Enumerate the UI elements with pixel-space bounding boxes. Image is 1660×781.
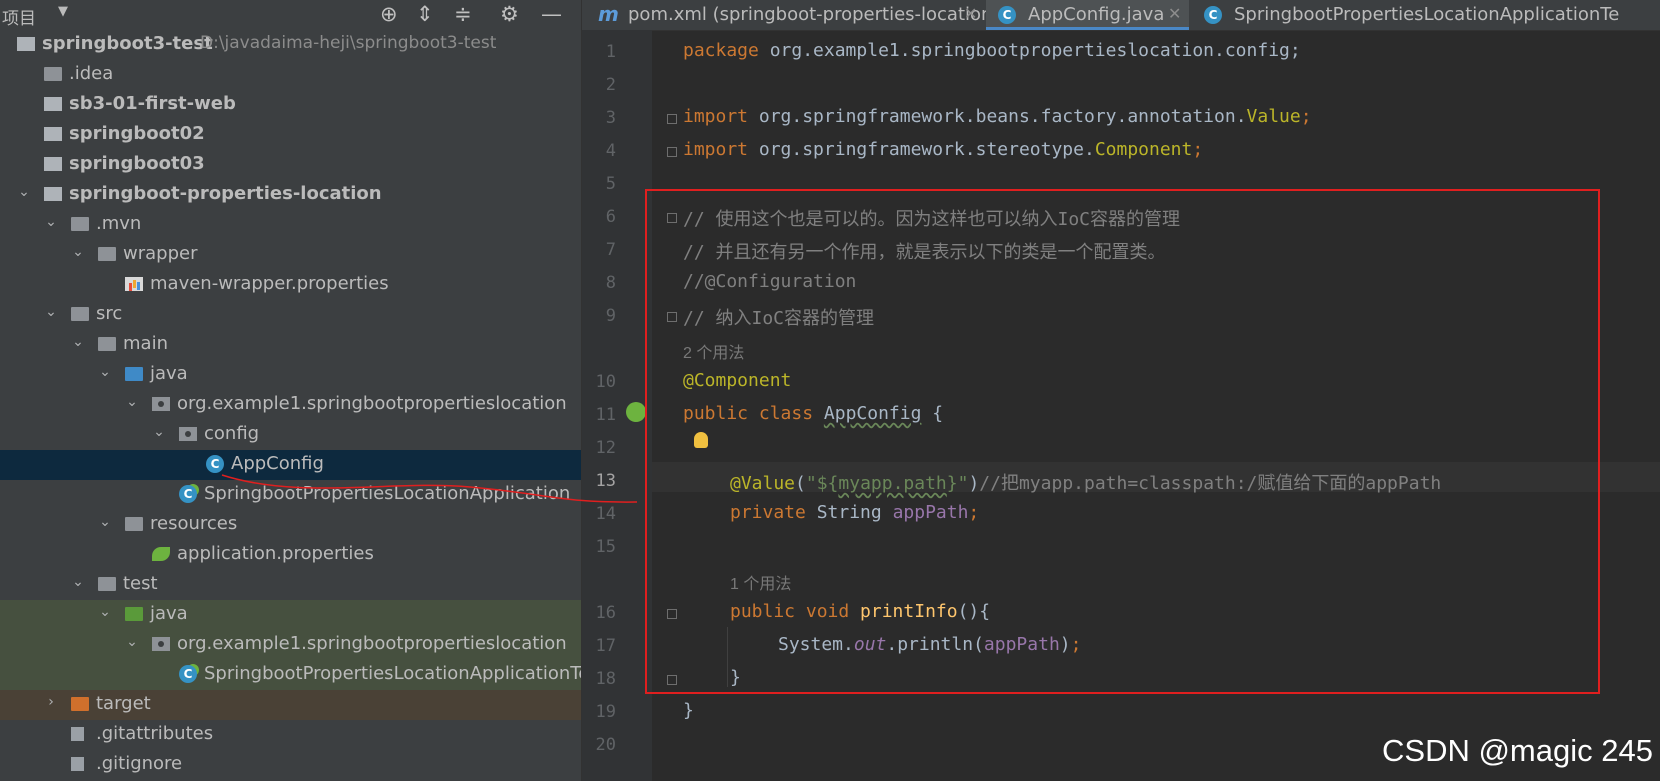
annotation-red-stroke xyxy=(221,474,638,503)
watermark: CSDN @magic 245 xyxy=(1382,733,1653,768)
